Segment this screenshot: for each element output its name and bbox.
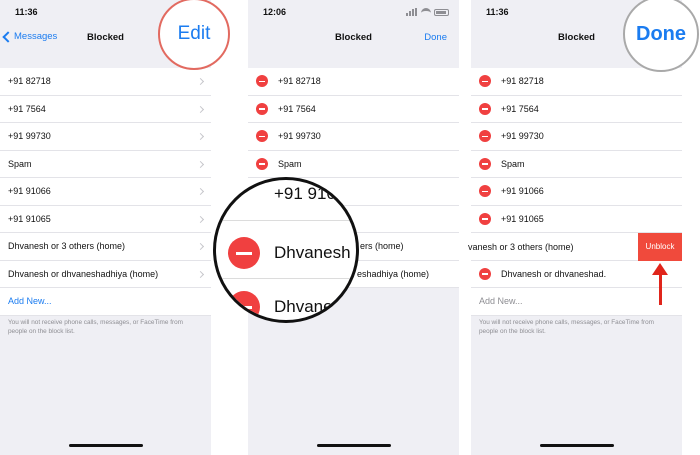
delete-minus-icon[interactable] (479, 157, 491, 170)
list-item[interactable]: +91 99730 (248, 123, 459, 151)
list-item[interactable]: +91 7564 (248, 96, 459, 123)
list-item[interactable]: +91 91066 (471, 178, 682, 206)
delete-minus-icon[interactable] (479, 130, 491, 143)
chevron-right-icon (196, 105, 205, 113)
phone-screen-blocked-list: 11:36 Messages Blocked +91 82718 +91 756… (0, 0, 211, 455)
arrow-up-icon (651, 263, 669, 305)
list-item[interactable]: +91 91065 (471, 206, 682, 233)
delete-minus-icon[interactable] (479, 267, 491, 280)
delete-minus-icon[interactable] (228, 291, 260, 320)
chevron-right-icon (196, 187, 205, 196)
edit-button-highlight[interactable]: Edit (158, 0, 230, 70)
list-item[interactable]: +91 82718 (248, 68, 459, 96)
chevron-right-icon (196, 77, 205, 86)
delete-minus-icon[interactable] (479, 212, 491, 225)
wifi-icon (421, 8, 431, 16)
list-item[interactable]: Spam (471, 151, 682, 178)
magnified-row: Dhvane (216, 290, 356, 320)
signal-icon (406, 8, 418, 16)
done-button-highlight[interactable]: Done (623, 0, 699, 72)
add-new-button[interactable]: Add New... (0, 288, 211, 316)
chevron-right-icon (196, 215, 205, 223)
delete-minus-icon[interactable] (479, 75, 491, 88)
chevron-right-icon (196, 242, 205, 251)
list-item[interactable]: +91 7564 (471, 96, 682, 123)
done-button[interactable]: Done (424, 32, 447, 43)
delete-minus-icon[interactable] (256, 157, 268, 170)
delete-minus-icon[interactable] (479, 102, 491, 115)
status-time: 11:36 (15, 7, 38, 17)
unblock-button[interactable]: Unblock (638, 233, 682, 261)
magnified-row: +91 910 (216, 180, 356, 212)
chevron-right-icon (196, 132, 205, 141)
list-item[interactable]: +91 91066 (0, 178, 211, 206)
swiped-contact-label: vanesh or 3 others (home) (468, 242, 574, 252)
chevron-right-icon (196, 270, 205, 278)
status-time: 12:06 (263, 7, 287, 17)
magnifier-zoom: +91 910 Dhvanesh Dhvane (213, 177, 359, 323)
home-indicator[interactable] (539, 444, 614, 447)
delete-minus-icon[interactable] (256, 75, 268, 88)
battery-icon (434, 8, 449, 16)
list-item[interactable]: +91 7564 (0, 96, 211, 123)
blocked-contacts-list: +91 82718 +91 7564 +91 99730 Spam +91 91… (0, 68, 211, 316)
home-indicator[interactable] (316, 444, 391, 447)
chevron-right-icon (196, 160, 205, 168)
done-button[interactable]: Done (636, 23, 686, 46)
list-item[interactable]: +91 91065 (0, 206, 211, 233)
list-item[interactable]: Dhvanesh or 3 others (home) (0, 233, 211, 261)
edit-button[interactable]: Edit (178, 23, 211, 45)
list-item[interactable]: Spam (0, 151, 211, 178)
footer-note: You will not receive phone calls, messag… (8, 319, 183, 335)
delete-minus-icon[interactable] (256, 130, 268, 143)
delete-minus-icon[interactable] (228, 237, 260, 269)
list-item[interactable]: +91 99730 (0, 123, 211, 151)
list-item[interactable]: Dhvanesh or dhvaneshadhiya (home) (0, 261, 211, 288)
delete-minus-icon[interactable] (256, 102, 268, 115)
delete-minus-icon[interactable] (479, 185, 491, 198)
navigation-bar: Blocked Done (248, 22, 459, 52)
status-time: 11:36 (486, 7, 509, 17)
home-indicator[interactable] (68, 444, 143, 447)
list-item[interactable]: +91 82718 (471, 68, 682, 96)
magnified-row: Dhvanesh (216, 236, 356, 270)
footer-note: You will not receive phone calls, messag… (479, 319, 654, 335)
list-item[interactable]: Spam (248, 151, 459, 178)
list-item[interactable]: +91 82718 (0, 68, 211, 96)
status-bar: 12:06 (248, 0, 459, 22)
list-item[interactable]: +91 99730 (471, 123, 682, 151)
